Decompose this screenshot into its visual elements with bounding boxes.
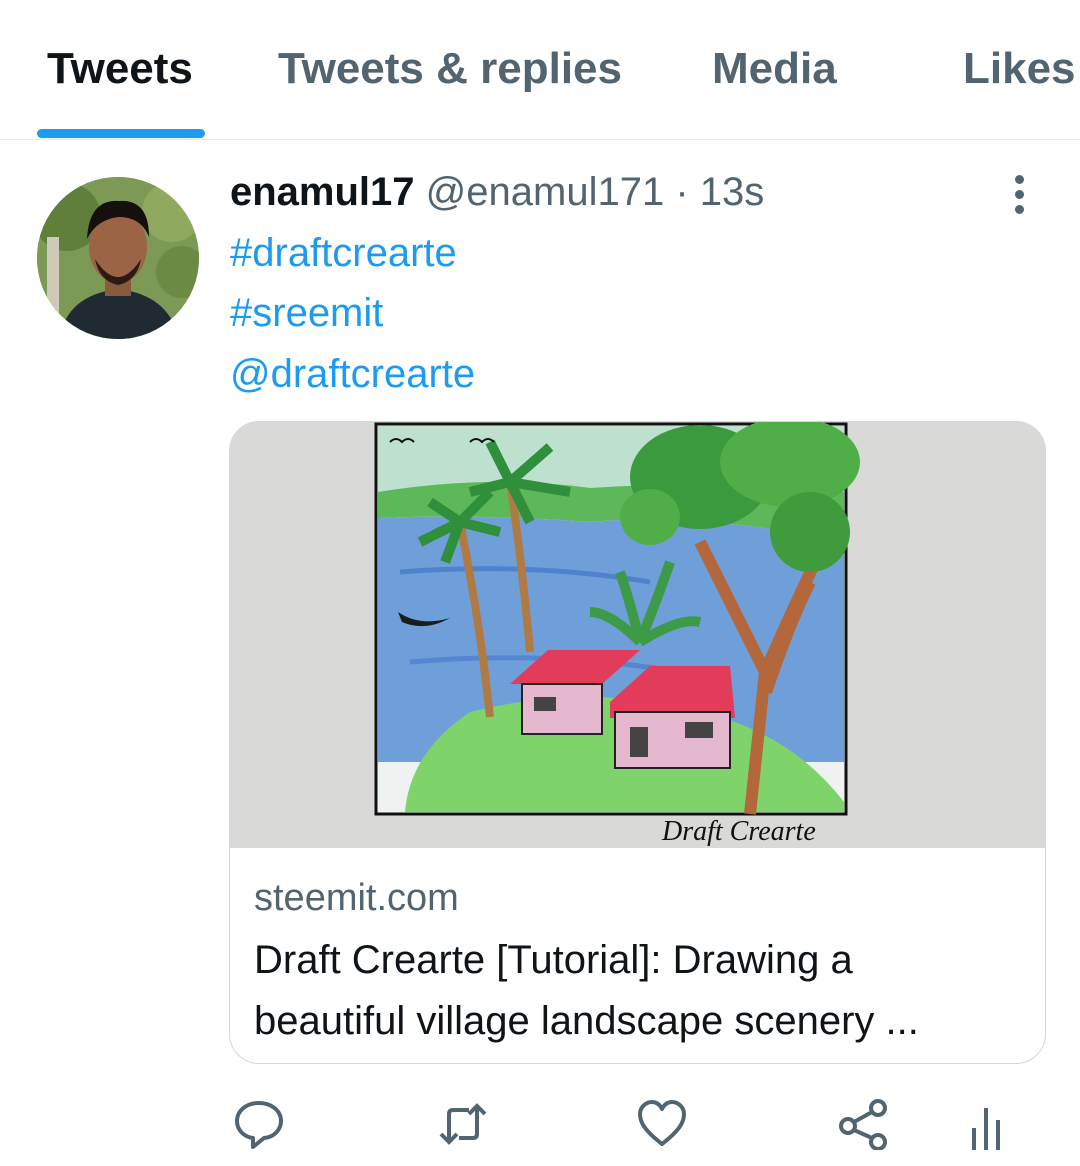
hashtag-draftcrearte[interactable]: #draftcrearte — [230, 231, 457, 276]
analytics-icon[interactable] — [960, 1098, 1012, 1150]
tab-tweets-and-replies[interactable]: Tweets & replies — [278, 44, 622, 94]
mention-draftcrearte[interactable]: @draftcrearte — [230, 352, 475, 397]
card-title: Draft Crearte [Tutorial]: Drawing a beau… — [254, 938, 919, 1043]
author-name[interactable]: enamul17 — [230, 170, 415, 214]
card-domain: steemit.com — [254, 877, 459, 919]
active-tab-indicator — [37, 129, 205, 138]
header-separator: · — [675, 170, 689, 214]
tweet-timestamp[interactable]: 13s — [700, 170, 765, 214]
heart-icon[interactable] — [636, 1098, 688, 1150]
avatar-photo — [37, 177, 199, 339]
profile-tabs: Tweets Tweets & replies Media Likes — [0, 0, 1080, 140]
hashtag-sreemit[interactable]: #sreemit — [230, 291, 383, 336]
avatar[interactable] — [37, 177, 199, 339]
tab-tweets[interactable]: Tweets — [47, 44, 193, 94]
card-image: Draft Crearte — [230, 422, 1045, 848]
reply-icon[interactable] — [233, 1098, 285, 1150]
drawing-signature: Draft Crearte — [661, 816, 816, 847]
tweet-header: enamul17 @enamul171 · 13s — [230, 170, 764, 222]
tab-likes[interactable]: Likes — [963, 44, 1076, 94]
tab-media[interactable]: Media — [712, 44, 837, 94]
link-preview-card[interactable]: Draft Crearte steemit.com Draft Crearte … — [229, 421, 1046, 1064]
tweet-action-bar — [0, 1090, 1080, 1166]
retweet-icon[interactable] — [437, 1098, 489, 1150]
share-icon[interactable] — [838, 1098, 890, 1150]
author-handle[interactable]: @enamul171 — [426, 170, 665, 214]
more-vertical-icon[interactable] — [1002, 172, 1040, 216]
